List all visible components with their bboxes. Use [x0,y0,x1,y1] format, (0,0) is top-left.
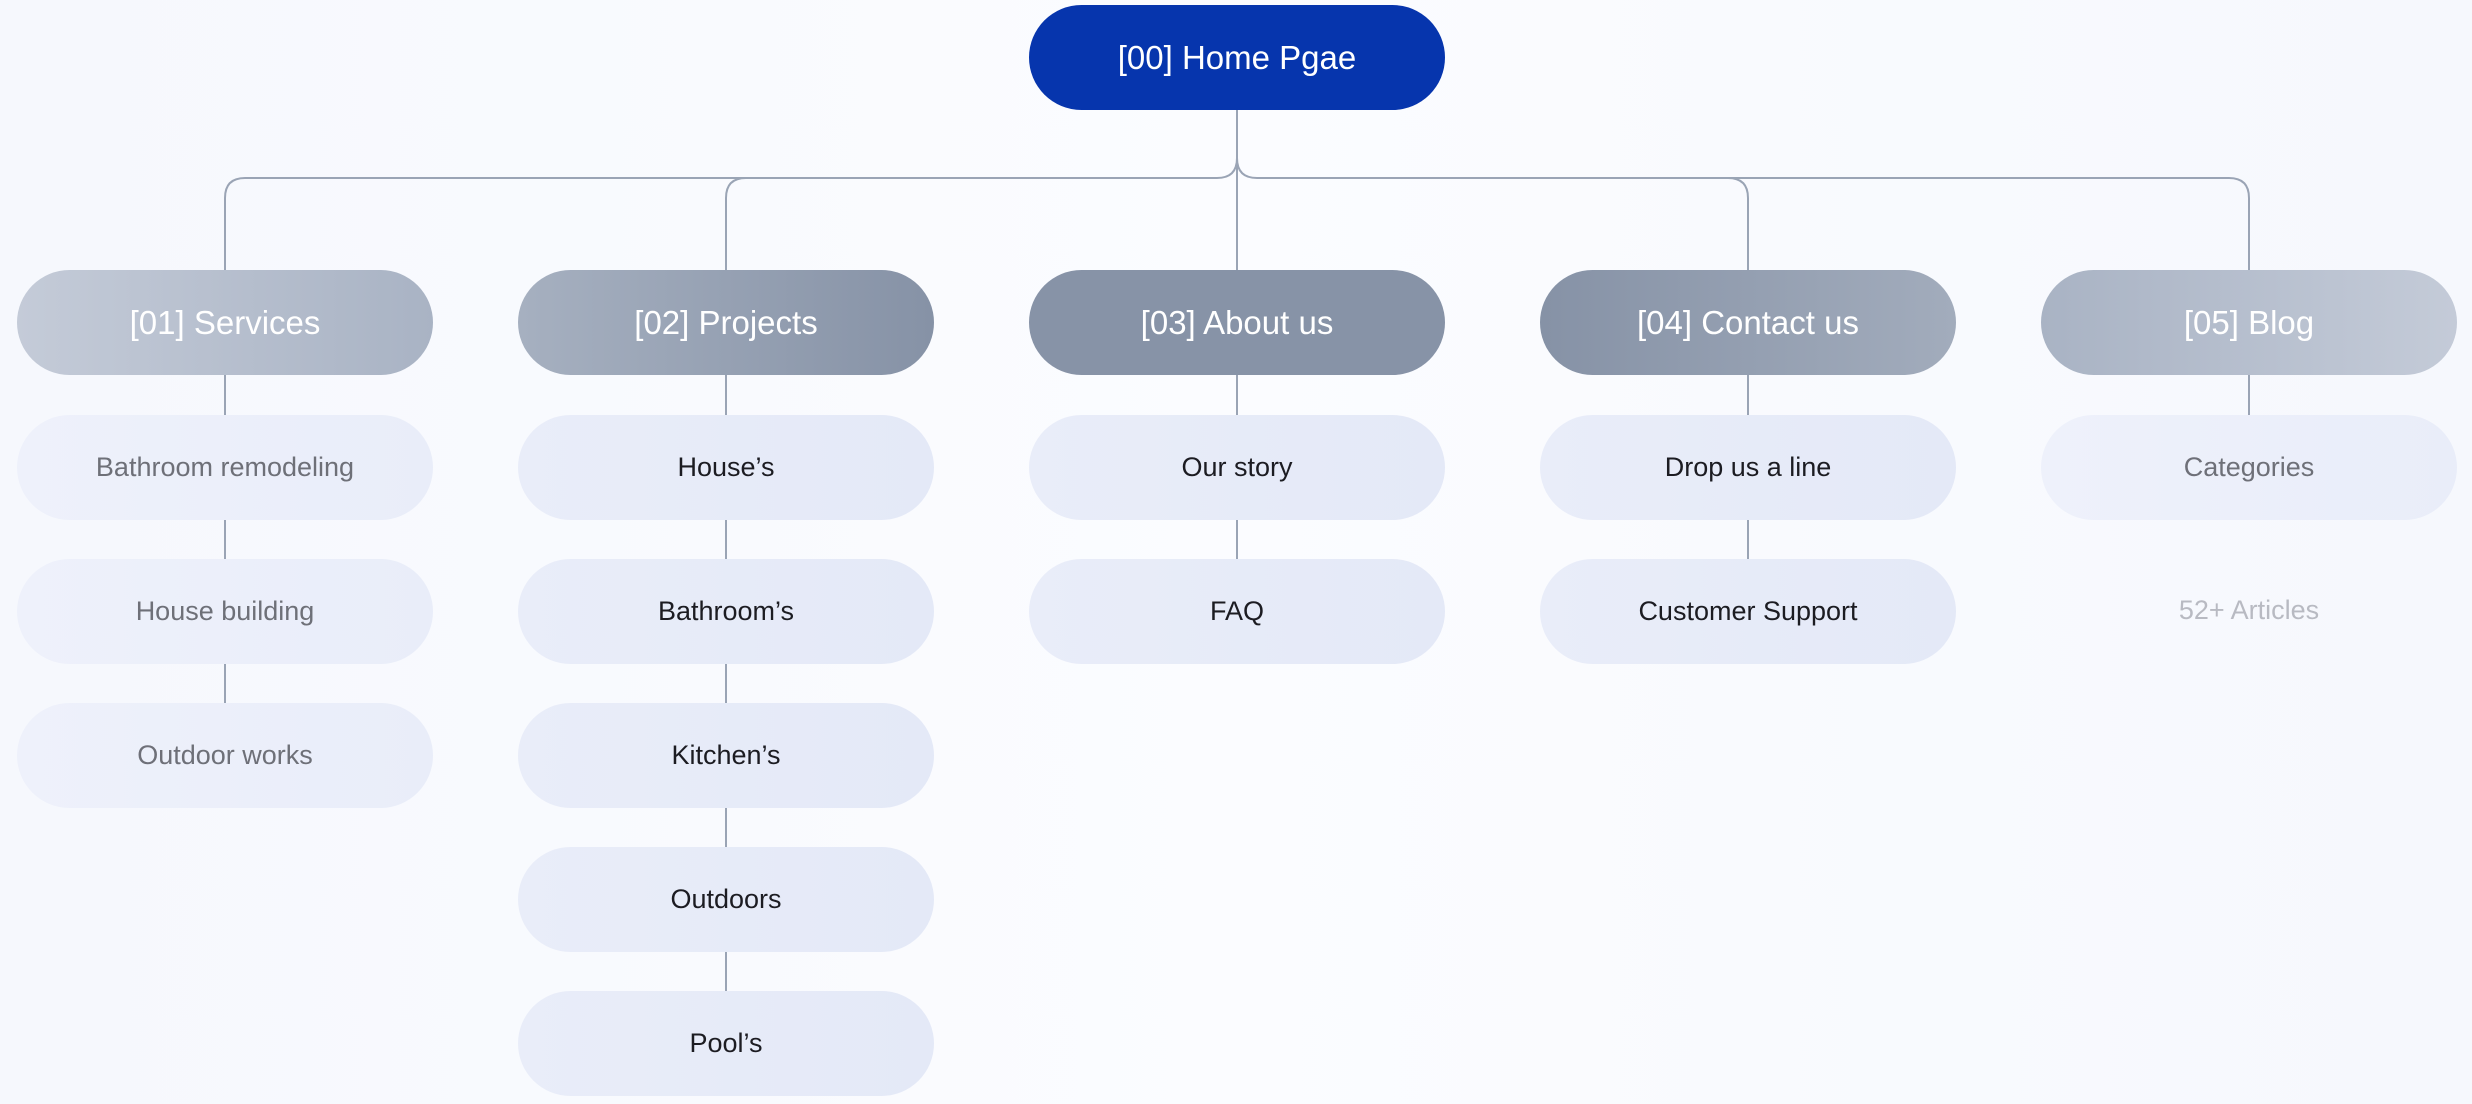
page-label: House’s [677,452,775,482]
section-node[interactable]: [05] Blog [2041,270,2457,375]
page-node[interactable]: Outdoors [518,847,934,952]
section-label: [04] Contact us [1637,303,1859,341]
page-node[interactable]: Drop us a line [1540,415,1956,520]
page-label: Bathroom remodeling [95,452,355,482]
page-label: House building [135,596,315,626]
page-node[interactable]: Kitchen’s [518,703,934,808]
home-page-label: [00] Home Pgae [1117,38,1357,76]
connector-branch-contact [1727,177,1749,270]
page-label: Bathroom’s [657,596,795,626]
page-label: Categories [2183,452,2315,482]
section-node[interactable]: [04] Contact us [1540,270,1956,375]
section-label: [03] About us [1140,303,1334,341]
page-node[interactable]: Pool’s [518,991,934,1096]
connector-branch-projects [725,177,747,270]
home-page-node[interactable]: [00] Home Pgae [1029,5,1445,110]
page-node[interactable]: Bathroom remodeling [17,415,433,520]
page-label: FAQ [1209,596,1264,626]
page-label: Pool’s [689,1028,763,1058]
section-node[interactable]: [01] Services [17,270,433,375]
section-label: [01] Services [129,303,321,341]
page-label: Drop us a line [1664,452,1832,482]
page-node[interactable]: House building [17,559,433,664]
page-node[interactable]: FAQ [1029,559,1445,664]
page-node[interactable]: House’s [518,415,934,520]
page-label: Customer Support [1638,596,1858,626]
page-node[interactable]: Outdoor works [17,703,433,808]
page-node[interactable]: Our story [1029,415,1445,520]
connector-bus-left [224,157,1238,270]
page-label: Our story [1181,452,1293,482]
page-label: Outdoors [670,884,782,914]
page-node[interactable]: Categories [2041,415,2457,520]
article-count-note: 52+ Articles [2178,595,2320,625]
section-node[interactable]: [03] About us [1029,270,1445,375]
page-label: Kitchen’s [671,740,781,770]
section-label: [02] Projects [634,303,818,341]
page-label: Outdoor works [137,740,313,770]
page-node[interactable]: Bathroom’s [518,559,934,664]
section-node[interactable]: [02] Projects [518,270,934,375]
page-node[interactable]: Customer Support [1540,559,1956,664]
connector-lines [224,110,2250,991]
connector-bus-right [1236,157,2250,270]
section-label: [05] Blog [2183,303,2315,341]
